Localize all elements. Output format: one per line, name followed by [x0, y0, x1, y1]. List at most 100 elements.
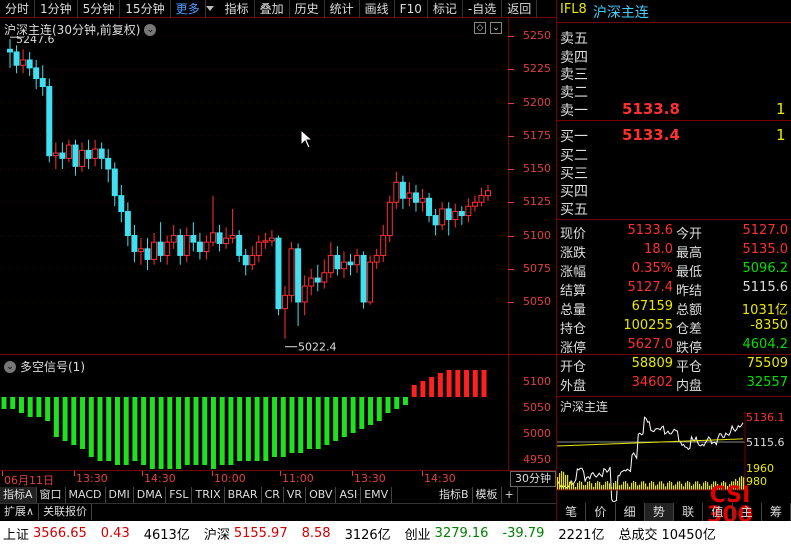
candle-body[interactable] [295, 248, 302, 303]
candle-body[interactable] [190, 235, 197, 243]
right-tab[interactable]: 笔 [557, 503, 587, 521]
candle-body[interactable] [144, 248, 151, 260]
candle-body[interactable] [439, 208, 446, 226]
back-button[interactable]: 返回 [502, 0, 538, 18]
indicator-tab[interactable]: EMV [361, 487, 393, 503]
candle-body[interactable] [288, 248, 295, 296]
candle-body[interactable] [92, 148, 99, 159]
candle-body[interactable] [465, 205, 472, 217]
candle-body[interactable] [314, 277, 321, 283]
overlay-button[interactable]: 叠加 [255, 0, 290, 18]
indicator-tab[interactable]: CR [262, 487, 284, 503]
candle-body[interactable] [471, 201, 478, 207]
indicator-tab[interactable]: OBV [306, 487, 337, 503]
indicator-tab-right[interactable]: 指标B [436, 487, 473, 503]
candle-body[interactable] [59, 152, 66, 159]
candle-body[interactable] [327, 254, 334, 274]
candle-body[interactable] [13, 51, 20, 66]
candle-body[interactable] [131, 235, 138, 252]
right-tab[interactable]: 价 [586, 503, 616, 521]
candle-body[interactable] [33, 67, 40, 80]
indicator-tab[interactable]: FSL [166, 487, 193, 503]
candle-body[interactable] [203, 241, 210, 252]
candle-body[interactable] [52, 152, 59, 157]
collapse-icon[interactable]: ⌄ [490, 22, 502, 34]
tab-15min[interactable]: 15分钟 [120, 0, 171, 18]
candle-body[interactable] [255, 241, 262, 256]
candle-body[interactable] [321, 272, 328, 283]
bid1-price[interactable]: 5133.4 [622, 126, 680, 144]
indicator-tab[interactable]: 指标A [0, 487, 37, 503]
candle-body[interactable] [46, 86, 53, 157]
candle-body[interactable] [118, 195, 125, 213]
candle-body[interactable] [183, 235, 190, 256]
candle-body[interactable] [72, 144, 79, 167]
candle-body[interactable] [478, 195, 485, 203]
diamond-icon[interactable]: ◇ [474, 22, 486, 34]
candle-body[interactable] [262, 240, 269, 243]
candle-body[interactable] [39, 78, 46, 88]
signal-histogram[interactable] [0, 370, 508, 470]
indicator-tab[interactable]: 窗口 [37, 487, 66, 503]
candle-body[interactable] [301, 285, 308, 303]
candle-body[interactable] [223, 237, 230, 244]
related-quotes-button[interactable]: 关联报价 [39, 504, 93, 520]
candle-body[interactable] [373, 254, 380, 263]
right-tab[interactable]: 势 [644, 503, 674, 521]
tab-1min[interactable]: 1分钟 [35, 0, 78, 18]
candle-body[interactable] [26, 59, 33, 69]
candle-body[interactable] [485, 190, 491, 197]
f10-button[interactable]: F10 [395, 0, 428, 18]
indicator-tab-right[interactable]: + [502, 487, 518, 503]
candle-body[interactable] [380, 235, 387, 256]
candle-body[interactable] [354, 254, 361, 266]
candle-body[interactable] [65, 144, 72, 159]
chevron-down-icon[interactable]: ⌄ [144, 23, 157, 36]
candle-body[interactable] [124, 211, 131, 236]
candle-body[interactable] [282, 294, 289, 310]
indicator-tab[interactable]: ASI [336, 487, 362, 503]
candle-body[interactable] [367, 261, 374, 303]
candle-body[interactable] [347, 261, 354, 266]
remove-watchlist-button[interactable]: -自选 [463, 0, 503, 18]
candle-body[interactable] [196, 241, 203, 252]
candle-body[interactable] [137, 248, 144, 252]
candle-body[interactable] [229, 235, 236, 239]
indicator-tab[interactable]: TRIX [192, 487, 225, 503]
indicator-tab-right[interactable]: 模板 [473, 487, 502, 503]
tab-fenshi[interactable]: 分时 [0, 0, 36, 18]
indicator-tab[interactable]: DMA [134, 487, 167, 503]
candle-body[interactable] [105, 157, 112, 170]
candle-body[interactable] [452, 211, 459, 221]
indicator-tab[interactable]: DMI [106, 487, 134, 503]
indicator-tab[interactable]: VR [284, 487, 307, 503]
candle-body[interactable] [399, 181, 406, 199]
right-tab[interactable]: 主 [733, 503, 762, 521]
indicator-tab[interactable]: MACD [66, 487, 106, 503]
candle-body[interactable] [151, 241, 158, 260]
right-tab[interactable]: 筹 [762, 503, 791, 521]
candle-body[interactable] [157, 241, 164, 256]
mark-button[interactable]: 标记 [428, 0, 463, 18]
candle-body[interactable] [432, 215, 439, 226]
candlestick-chart[interactable]: 5247.6 5022.4 [0, 36, 508, 352]
candle-body[interactable] [406, 192, 413, 199]
indicator-button[interactable]: 指标 [220, 0, 255, 18]
draw-line-button[interactable]: 画线 [360, 0, 395, 18]
candle-body[interactable] [334, 254, 341, 270]
right-tab[interactable]: 值 [703, 503, 733, 521]
candle-body[interactable] [20, 59, 27, 66]
tab-5min[interactable]: 5分钟 [78, 0, 121, 18]
candle-body[interactable] [308, 277, 315, 287]
candle-body[interactable] [242, 254, 249, 266]
history-button[interactable]: 历史 [290, 0, 325, 18]
period-selector[interactable]: 30分钟 [510, 471, 556, 487]
candle-body[interactable] [386, 201, 393, 236]
candle-body[interactable] [111, 168, 118, 197]
candle-body[interactable] [393, 181, 400, 203]
right-tab[interactable]: 联 [674, 503, 704, 521]
candle-body[interactable] [170, 235, 177, 243]
candle-body[interactable] [236, 235, 243, 256]
candle-body[interactable] [177, 235, 184, 256]
indicator-tab[interactable]: BRAR [225, 487, 262, 503]
